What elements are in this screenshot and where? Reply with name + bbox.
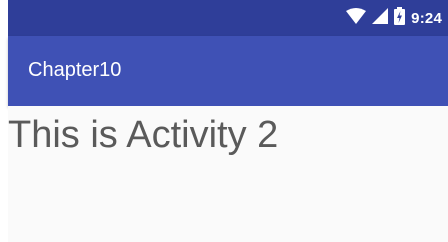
status-time: 9:24 [411,9,442,27]
status-icons: 9:24 [346,6,442,30]
window-edge [0,0,8,242]
activity-content: This is Activity 2 [8,106,448,242]
signal-icon [372,7,389,29]
wifi-icon [346,7,367,29]
app-title: Chapter10 [28,59,122,81]
battery-icon [394,6,406,30]
status-bar: 9:24 [8,0,448,36]
app-bar: Chapter10 [8,36,448,106]
activity-text: This is Activity 2 [8,114,279,156]
